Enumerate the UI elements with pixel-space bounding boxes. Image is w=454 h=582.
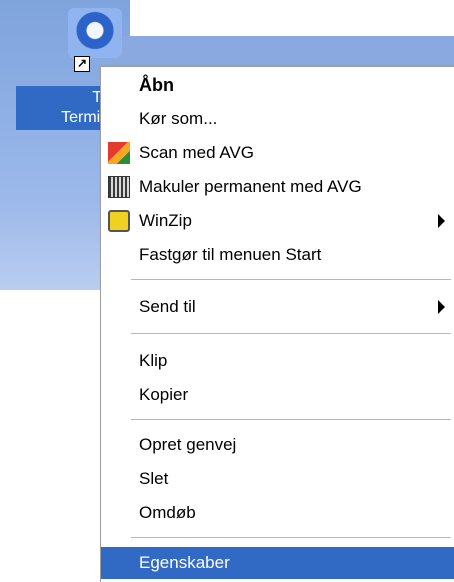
menu-separator xyxy=(131,279,451,280)
desktop-background-strip xyxy=(110,36,454,66)
submenu-arrow-icon xyxy=(438,300,445,314)
menu-item-winzip[interactable]: WinZip xyxy=(101,205,454,237)
menu-item-label: Slet xyxy=(139,469,169,488)
winzip-icon xyxy=(108,210,130,232)
menu-item-scan-avg[interactable]: Scan med AVG xyxy=(101,137,454,169)
menu-item-label: Kør som... xyxy=(139,109,218,128)
menu-item-copy[interactable]: Kopier xyxy=(101,379,454,411)
menu-item-create-shortcut[interactable]: Opret genvej xyxy=(101,429,454,461)
menu-item-label: Omdøb xyxy=(139,503,196,522)
menu-item-label: Åbn xyxy=(139,74,174,95)
menu-item-label: Opret genvej xyxy=(139,435,237,454)
menu-item-open[interactable]: Åbn xyxy=(101,69,454,101)
terminal-shortcut-icon[interactable] xyxy=(68,8,122,58)
menu-item-label: Egenskaber xyxy=(139,553,230,572)
avg-scan-icon xyxy=(108,142,130,164)
menu-item-label: Fastgør til menuen Start xyxy=(139,245,322,264)
menu-separator xyxy=(131,419,451,420)
menu-item-shred-avg[interactable]: Makuler permanent med AVG xyxy=(101,171,454,203)
submenu-arrow-icon xyxy=(438,214,445,228)
shortcut-arrow-icon: ↗ xyxy=(74,56,90,72)
menu-item-properties[interactable]: Egenskaber xyxy=(101,547,454,579)
menu-item-label: Klip xyxy=(139,351,168,370)
menu-item-run-as[interactable]: Kør som... xyxy=(101,103,454,135)
menu-item-label: Scan med AVG xyxy=(139,143,254,162)
menu-item-cut[interactable]: Klip xyxy=(101,345,454,377)
menu-item-label: Send til xyxy=(139,297,196,316)
menu-item-label: Kopier xyxy=(139,385,189,404)
menu-item-pin-start[interactable]: Fastgør til menuen Start xyxy=(101,239,454,271)
menu-item-label: WinZip xyxy=(139,211,192,230)
menu-item-delete[interactable]: Slet xyxy=(101,463,454,495)
menu-item-label: Makuler permanent med AVG xyxy=(139,177,362,196)
menu-separator xyxy=(131,537,451,538)
avg-shredder-icon xyxy=(108,176,130,198)
menu-item-rename[interactable]: Omdøb xyxy=(101,497,454,529)
menu-item-send-to[interactable]: Send til xyxy=(101,291,454,323)
menu-separator xyxy=(131,333,451,334)
context-menu: Åbn Kør som... Scan med AVG Makuler perm… xyxy=(100,66,454,582)
